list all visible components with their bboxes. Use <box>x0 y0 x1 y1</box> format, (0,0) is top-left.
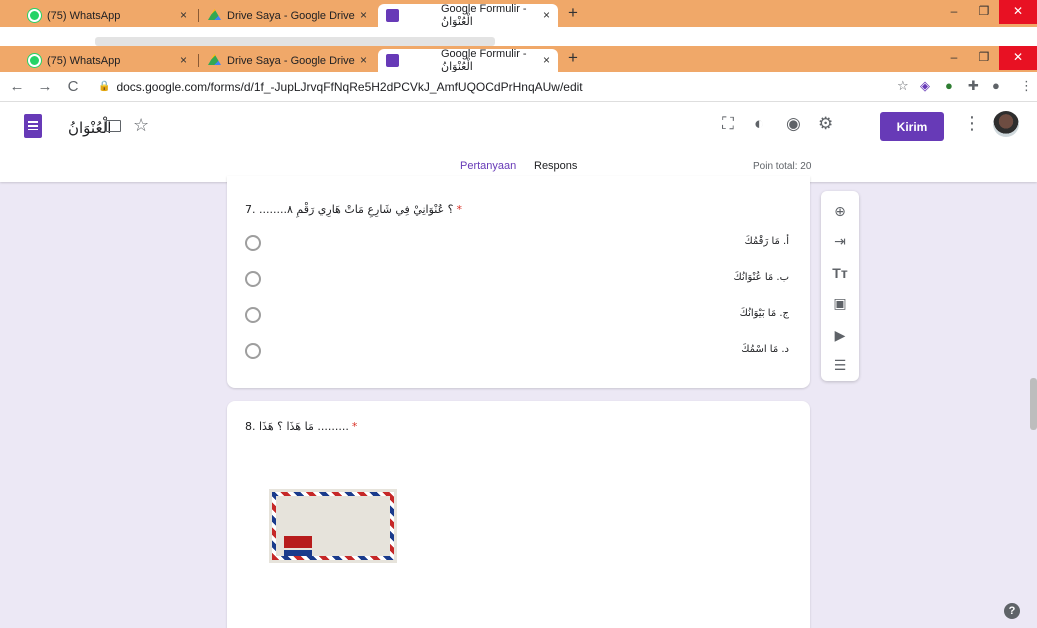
minimize-button[interactable]: – <box>939 46 969 70</box>
required-asterisk: * <box>351 420 358 433</box>
scrollbar[interactable] <box>1030 378 1037 430</box>
minimize-button[interactable]: – <box>939 0 969 24</box>
option-row[interactable]: د. مَا اسْمُكَ <box>245 341 791 361</box>
restore-button[interactable]: ❐ <box>969 46 999 70</box>
tab-drive-ghost[interactable]: Drive Saya - Google Drive × <box>200 4 375 27</box>
addon-icon[interactable]: ⛶ <box>722 114 734 134</box>
option-label: ب. مَا عُنْوَانُكَ <box>733 272 790 283</box>
question-title: 8. مَا هَذَا ؟ هَذَا ......... * <box>245 420 358 433</box>
section-icon[interactable]: ☰ <box>821 357 859 374</box>
radio-button[interactable] <box>245 271 261 287</box>
envelope-label-stripe <box>284 550 312 556</box>
option-label: أ. مَا رَقْمُكَ <box>744 236 789 247</box>
extension-icon[interactable]: ● <box>945 78 953 93</box>
side-toolbar: ⊕ ⇥ Tт ▣ ▶ ☰ <box>821 191 859 381</box>
option-row[interactable]: أ. مَا رَقْمُكَ <box>245 233 791 253</box>
help-icon[interactable]: ? <box>1004 603 1020 619</box>
question-title: 7. ........؟ عُنْوَانِيْ فِي شَارِعِ مَا… <box>245 203 462 216</box>
profile-icon[interactable]: ● <box>992 78 1000 93</box>
restore-button[interactable]: ❐ <box>969 0 999 24</box>
close-tab-icon[interactable]: × <box>360 53 367 67</box>
chrome-menu-icon[interactable]: ⋮ <box>1020 78 1033 94</box>
palette-icon[interactable]: ◐ <box>754 114 764 134</box>
window-controls: – ❐ ✕ <box>939 0 1037 24</box>
title-icon[interactable]: Tт <box>821 265 859 281</box>
address-bar: ← → C 🔒 docs.google.com/forms/d/1f_-JupL… <box>0 72 1037 102</box>
radio-button[interactable] <box>245 235 261 251</box>
ghost-address-row <box>0 27 1037 46</box>
google-forms-icon <box>386 54 399 67</box>
add-question-icon[interactable]: ⊕ <box>821 203 859 220</box>
option-row[interactable]: ب. مَا عُنْوَانُكَ <box>245 269 791 289</box>
close-tab-icon[interactable]: × <box>180 8 187 22</box>
tab-strip: (75) WhatsApp × Drive Saya - Google Driv… <box>0 46 1037 73</box>
required-asterisk: * <box>456 203 463 216</box>
window-controls: – ❐ ✕ <box>939 46 1037 70</box>
google-forms-logo[interactable] <box>24 114 42 138</box>
ghost-url-strip <box>95 37 495 46</box>
tab-separator <box>198 54 199 67</box>
forward-button[interactable]: → <box>34 78 56 95</box>
tab-whatsapp[interactable]: (75) WhatsApp × <box>20 49 195 72</box>
google-forms-icon <box>386 9 399 22</box>
envelope-label <box>284 536 312 548</box>
avatar[interactable] <box>993 111 1019 137</box>
close-window-button[interactable]: ✕ <box>999 46 1037 70</box>
import-icon[interactable]: ⇥ <box>821 233 859 250</box>
close-tab-icon[interactable]: × <box>180 53 187 67</box>
back-button[interactable]: ← <box>6 78 28 95</box>
document-title[interactable]: الْعُنْوَانُ <box>68 119 111 137</box>
tab-strip-background: (75) WhatsApp × Drive Saya - Google Driv… <box>0 0 1037 28</box>
forms-header: الْعُنْوَانُ ☆ ⛶ ◐ ◉ ⚙ Kirim ⋮ Pertanyaa… <box>0 102 1037 182</box>
option-label: ج. مَا بَيْوَانُكَ <box>739 308 789 319</box>
settings-gear-icon[interactable]: ⚙ <box>818 114 833 134</box>
question-card-8[interactable]: 8. مَا هَذَا ؟ هَذَا ......... * <box>227 401 810 628</box>
preview-eye-icon[interactable]: ◉ <box>786 114 801 134</box>
close-tab-icon[interactable]: × <box>543 8 550 22</box>
more-options-icon[interactable]: ⋮ <box>963 113 981 134</box>
send-button[interactable]: Kirim <box>880 112 944 141</box>
new-tab-button[interactable]: + <box>568 3 578 23</box>
tab-drive[interactable]: Drive Saya - Google Drive × <box>200 49 375 72</box>
google-drive-icon <box>208 9 221 21</box>
whatsapp-icon <box>28 54 41 67</box>
google-drive-icon <box>208 54 221 66</box>
whatsapp-icon <box>28 9 41 22</box>
question-card-7[interactable]: 7. ........؟ عُنْوَانِيْ فِي شَارِعِ مَا… <box>227 176 810 388</box>
shield-extension-icon[interactable]: ◈ <box>920 78 930 94</box>
tab-whatsapp-ghost[interactable]: (75) WhatsApp × <box>20 4 195 27</box>
puzzle-extensions-icon[interactable]: ✚ <box>968 78 979 94</box>
url-field[interactable]: docs.google.com/forms/d/1f_-JupLJrvqFfNq… <box>116 80 582 94</box>
reload-button[interactable]: C <box>62 78 84 95</box>
tab-questions[interactable]: Pertanyaan <box>451 160 525 181</box>
envelope-image <box>269 489 397 563</box>
radio-button[interactable] <box>245 343 261 359</box>
points-total: Poin total: 20 <box>753 161 812 172</box>
video-icon[interactable]: ▶ <box>821 327 859 344</box>
option-label: د. مَا اسْمُكَ <box>741 344 789 355</box>
bookmark-star-icon[interactable]: ☆ <box>897 78 909 94</box>
close-tab-icon[interactable]: × <box>360 8 367 22</box>
folder-icon[interactable] <box>106 120 121 132</box>
image-icon[interactable]: ▣ <box>821 295 859 312</box>
tab-forms-ghost[interactable]: Google Formulir - الْعُنْوَانُ × <box>378 3 558 28</box>
close-tab-icon[interactable]: × <box>543 53 550 67</box>
tab-separator <box>198 9 199 22</box>
option-row[interactable]: ج. مَا بَيْوَانُكَ <box>245 305 791 325</box>
radio-button[interactable] <box>245 307 261 323</box>
new-tab-button[interactable]: + <box>568 48 578 68</box>
lock-icon: 🔒 <box>98 81 111 92</box>
star-icon[interactable]: ☆ <box>133 115 149 136</box>
tab-forms[interactable]: Google Formulir - الْعُنْوَانُ × <box>378 48 558 73</box>
close-window-button[interactable]: ✕ <box>999 0 1037 24</box>
tab-responses[interactable]: Respons <box>534 160 577 172</box>
